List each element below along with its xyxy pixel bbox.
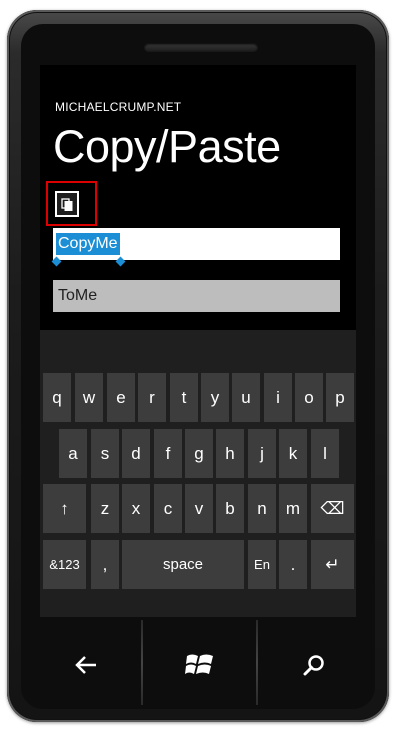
paste-button[interactable] xyxy=(55,191,79,217)
comma-key[interactable]: , xyxy=(91,540,119,589)
search-icon xyxy=(303,654,324,675)
key-t[interactable]: t xyxy=(170,373,198,422)
language-key[interactable]: En xyxy=(248,540,276,589)
key-g[interactable]: g xyxy=(185,429,213,478)
windows-icon xyxy=(184,654,213,674)
key-c[interactable]: c xyxy=(154,484,182,533)
key-m[interactable]: m xyxy=(279,484,307,533)
key-w[interactable]: w xyxy=(75,373,103,422)
back-icon xyxy=(75,655,96,674)
earpiece-speaker xyxy=(144,43,258,52)
shift-key[interactable]: ↑ xyxy=(43,484,86,533)
soft-keyboard: q w e r t y u i o p a s d f g h j k l ↑ … xyxy=(40,330,356,617)
selected-text: CopyMe xyxy=(56,233,120,255)
key-y[interactable]: y xyxy=(201,373,229,422)
key-h[interactable]: h xyxy=(216,429,244,478)
enter-key[interactable]: ↵ xyxy=(311,540,354,589)
key-n[interactable]: n xyxy=(248,484,276,533)
numbers-key[interactable]: &123 xyxy=(43,540,86,589)
key-j[interactable]: j xyxy=(248,429,276,478)
key-z[interactable]: z xyxy=(91,484,119,533)
backspace-key[interactable]: ⌫ xyxy=(311,484,354,533)
key-s[interactable]: s xyxy=(91,429,119,478)
key-i[interactable]: i xyxy=(264,373,292,422)
paste-icon xyxy=(61,197,73,211)
key-q[interactable]: q xyxy=(43,373,71,422)
key-l[interactable]: l xyxy=(311,429,339,478)
key-f[interactable]: f xyxy=(154,429,182,478)
back-button[interactable] xyxy=(30,617,142,712)
period-key[interactable]: . xyxy=(279,540,307,589)
key-e[interactable]: e xyxy=(107,373,135,422)
start-button[interactable] xyxy=(143,617,256,712)
screen: MICHAELCRUMP.NET Copy/Paste CopyMe ToMe … xyxy=(40,65,356,617)
key-v[interactable]: v xyxy=(185,484,213,533)
key-u[interactable]: u xyxy=(232,373,260,422)
paste-textbox-value: ToMe xyxy=(58,287,98,304)
page-title: Copy/Paste xyxy=(53,121,281,172)
key-k[interactable]: k xyxy=(279,429,307,478)
key-a[interactable]: a xyxy=(59,429,87,478)
key-x[interactable]: x xyxy=(122,484,150,533)
key-r[interactable]: r xyxy=(138,373,166,422)
space-key[interactable]: space xyxy=(122,540,244,589)
copy-textbox[interactable]: CopyMe xyxy=(53,228,340,260)
key-b[interactable]: b xyxy=(216,484,244,533)
key-p[interactable]: p xyxy=(326,373,354,422)
key-d[interactable]: d xyxy=(122,429,150,478)
key-o[interactable]: o xyxy=(295,373,323,422)
app-name: MICHAELCRUMP.NET xyxy=(55,100,182,114)
search-button[interactable] xyxy=(258,617,370,712)
paste-textbox[interactable]: ToMe xyxy=(53,280,340,312)
